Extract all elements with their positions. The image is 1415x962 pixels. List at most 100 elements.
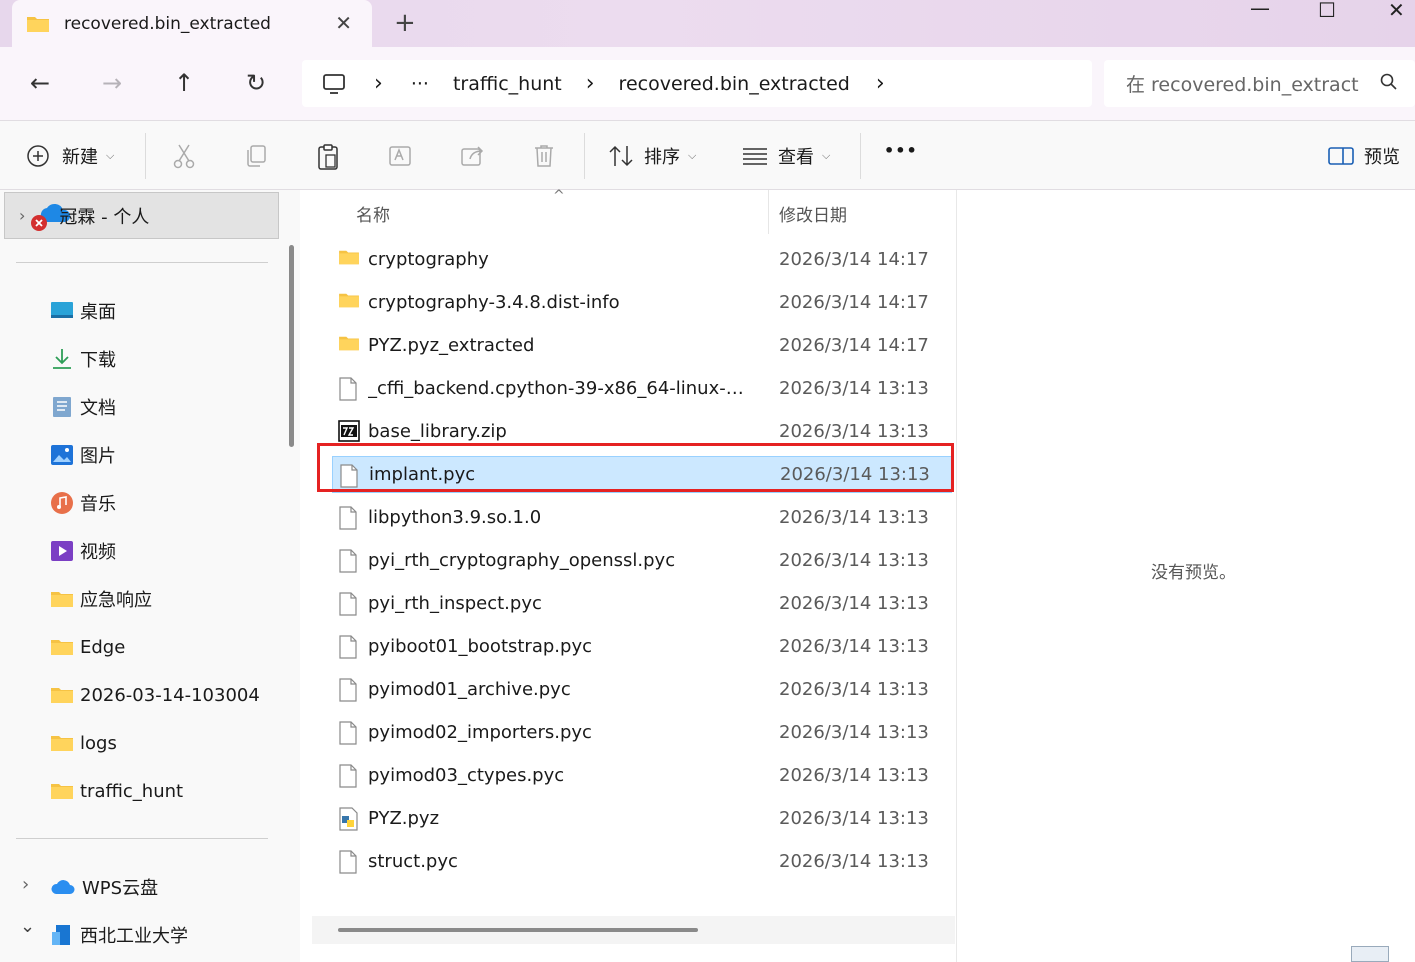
sidebar-item-logs[interactable]: logs 📌 (50, 726, 327, 760)
pictures-icon (51, 445, 73, 465)
file-list: ^ 名称 修改日期 cryptography 2026/3/14 14:17 cry… (300, 188, 956, 962)
file-row[interactable]: _cffi_backend.cpython-39-x86_64-linux-gn… (332, 370, 952, 407)
preview-label: 预览 (1364, 147, 1400, 168)
sidebar-scrollbar[interactable] (289, 245, 294, 447)
sidebar-item-documents[interactable]: 文档 📌 (50, 390, 327, 424)
sidebar-item-pictures[interactable]: 图片 📌 (50, 438, 327, 472)
share-icon[interactable] (460, 143, 486, 169)
file-row[interactable]: pyiboot01_bootstrap.pyc 2026/3/14 13:13 (332, 628, 952, 665)
new-tab-button[interactable]: + (394, 8, 416, 38)
sidebar-item-music[interactable]: 音乐 📌 (50, 486, 327, 520)
sort-button[interactable]: 排序 ⌵ (608, 143, 696, 169)
file-row[interactable]: cryptography-3.4.8.dist-info 2026/3/14 14… (332, 284, 952, 321)
search-icon[interactable] (1379, 72, 1399, 92)
file-row[interactable]: pyi_rth_cryptography_openssl.pyc 2026/3/1… (332, 542, 952, 579)
sort-ascending-icon: ^ (553, 188, 565, 204)
file-row[interactable]: libpython3.9.so.1.0 2026/3/14 13:13 (332, 499, 952, 536)
sidebar-item-onedrive-personal[interactable]: › 冠霖 - 个人 (4, 192, 279, 239)
refresh-button[interactable]: ↻ (246, 69, 266, 97)
column-name[interactable]: 名称 (356, 201, 390, 226)
sidebar-item-emergency-response[interactable]: 应急响应 📌 (50, 582, 327, 616)
chevron-right-icon[interactable]: › (19, 206, 25, 225)
folder-icon (27, 16, 49, 32)
file-icon (339, 549, 357, 573)
file-name: pyiboot01_bootstrap.pyc (368, 636, 592, 657)
back-button[interactable]: ← (30, 69, 50, 97)
python-file-icon (339, 807, 358, 831)
rename-icon[interactable] (388, 143, 414, 169)
up-button[interactable]: ↑ (174, 69, 194, 97)
folder-icon (339, 336, 359, 351)
file-name: pyimod01_archive.pyc (368, 679, 571, 700)
sidebar-item-desktop[interactable]: 桌面 📌 (50, 294, 327, 328)
breadcrumb-separator[interactable]: › (876, 71, 885, 96)
cloud-icon (51, 880, 75, 894)
breadcrumb-separator[interactable]: › (374, 71, 383, 96)
breadcrumb-recovered-bin-extracted[interactable]: recovered.bin_extracted (619, 73, 850, 95)
more-options-button[interactable]: ••• (884, 141, 918, 160)
address-bar[interactable]: › ··· traffic_hunt › recovered.bin_extra… (302, 60, 1092, 107)
details-view-toggle[interactable] (1351, 946, 1389, 962)
column-divider[interactable] (768, 190, 769, 234)
breadcrumb-traffic-hunt[interactable]: traffic_hunt (453, 73, 562, 95)
file-row[interactable]: pyimod03_ctypes.pyc 2026/3/14 13:13 (332, 757, 952, 794)
view-button[interactable]: 查看 ⌵ (742, 143, 830, 169)
tab-recovered-bin-extracted[interactable]: recovered.bin_extracted ✕ (12, 0, 372, 47)
folder-icon (51, 688, 73, 703)
column-date-modified[interactable]: 修改日期 (779, 201, 847, 226)
file-row[interactable]: pyi_rth_inspect.pyc 2026/3/14 13:13 (332, 585, 952, 622)
preview-pane-button[interactable]: 预览 (1328, 143, 1400, 169)
file-date: 2026/3/14 13:13 (779, 378, 929, 399)
folder-icon (339, 250, 359, 265)
no-preview-text: 没有预览。 (1151, 563, 1236, 583)
chevron-down-icon[interactable]: ⌄ (20, 916, 35, 937)
search-box[interactable]: 在 recovered.bin_extract (1104, 60, 1415, 107)
file-date: 2026/3/14 14:17 (779, 249, 929, 270)
file-date: 2026/3/14 13:13 (779, 421, 929, 442)
file-row[interactable]: cryptography 2026/3/14 14:17 (332, 241, 952, 278)
file-name: _cffi_backend.cpython-39-x86_64-linux-gn… (368, 378, 752, 399)
tab-close-button[interactable]: ✕ (335, 11, 352, 35)
cut-icon[interactable] (172, 143, 196, 169)
maximize-button[interactable]: ☐ (1318, 0, 1336, 22)
folder-icon (51, 592, 73, 607)
building-icon (52, 925, 70, 945)
forward-button[interactable]: → (102, 69, 122, 97)
sidebar-item-downloads[interactable]: 下载 📌 (50, 342, 327, 376)
document-icon (53, 397, 71, 417)
minimize-button[interactable]: — (1250, 0, 1270, 20)
breadcrumb-more[interactable]: ··· (411, 73, 429, 95)
file-row[interactable]: pyimod01_archive.pyc 2026/3/14 13:13 (332, 671, 952, 708)
copy-icon[interactable] (244, 143, 268, 169)
file-date: 2026/3/14 13:13 (779, 507, 929, 528)
sidebar-item-traffic-hunt[interactable]: traffic_hunt 📌 (50, 774, 327, 808)
sidebar-item-nwpu[interactable]: 西北工业大学 (50, 918, 282, 952)
desktop-icon (51, 302, 73, 318)
file-icon (339, 764, 357, 788)
file-row[interactable]: PYZ.pyz 2026/3/14 13:13 (332, 800, 952, 837)
file-icon (339, 506, 357, 530)
close-window-button[interactable]: ✕ (1388, 0, 1405, 22)
file-name: pyimod03_ctypes.pyc (368, 765, 565, 786)
file-row[interactable]: pyimod02_importers.pyc 2026/3/14 13:13 (332, 714, 952, 751)
toolbar-divider (860, 133, 861, 179)
new-button[interactable]: 新建 ⌵ (26, 143, 114, 169)
file-row[interactable]: struct.pyc 2026/3/14 13:13 (332, 843, 952, 880)
file-name: pyi_rth_cryptography_openssl.pyc (368, 550, 676, 571)
horizontal-scrollbar[interactable] (312, 916, 955, 944)
sidebar-item-videos[interactable]: 视频 📌 (50, 534, 327, 568)
paste-icon[interactable] (316, 143, 340, 171)
delete-icon[interactable] (532, 143, 556, 169)
search-input[interactable]: 在 recovered.bin_extract (1126, 70, 1359, 97)
sidebar-item-edge[interactable]: Edge 📌 (50, 630, 327, 664)
file-date: 2026/3/14 13:13 (779, 851, 929, 872)
breadcrumb-separator[interactable]: › (586, 71, 595, 96)
chevron-right-icon[interactable]: › (22, 874, 29, 895)
file-date: 2026/3/14 13:13 (779, 593, 929, 614)
scrollbar-thumb[interactable] (338, 928, 698, 932)
preview-pane: 没有预览。 (956, 190, 1415, 962)
sidebar-item-2026-03-14[interactable]: 2026-03-14-103004 📌 (50, 678, 327, 712)
file-row[interactable]: PYZ.pyz_extracted 2026/3/14 14:17 (332, 327, 952, 364)
sidebar-item-wps-cloud[interactable]: WPS云盘 (50, 870, 282, 904)
view-label: 查看 (778, 147, 814, 168)
